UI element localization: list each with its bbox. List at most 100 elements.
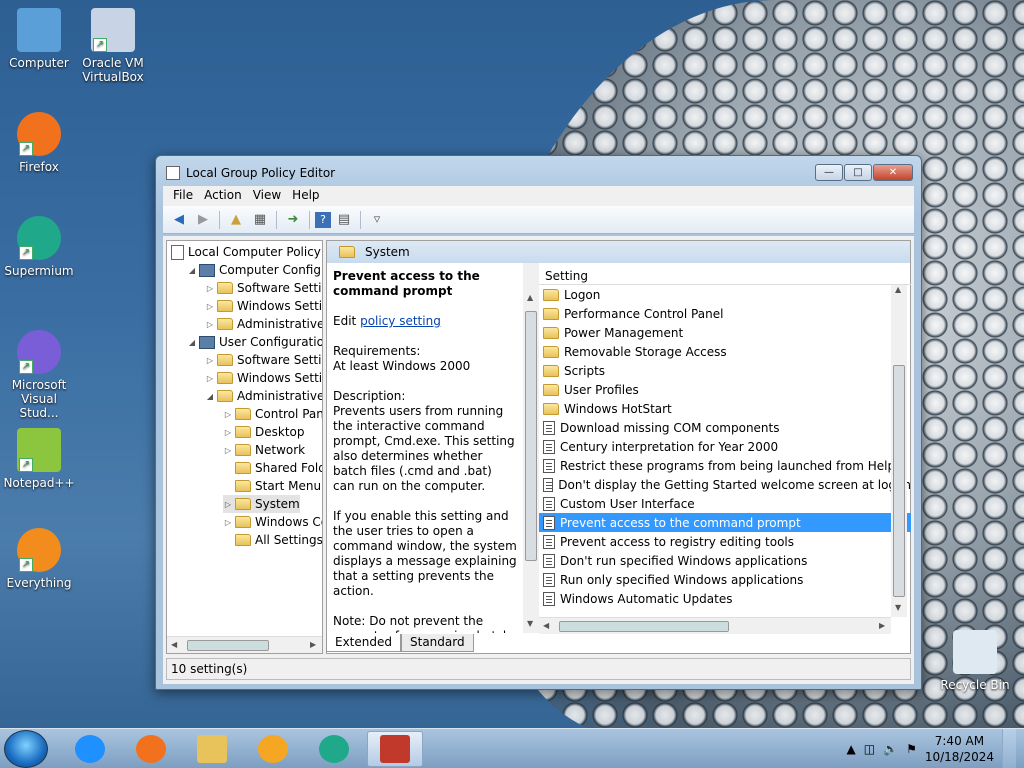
tree-item[interactable]: All Settings (223, 531, 322, 549)
desktop-icon-recycle-bin[interactable]: Recycle Bin (937, 630, 1013, 692)
expanded-arrow-icon[interactable]: ◢ (187, 338, 197, 347)
volume-icon[interactable]: 🔈 (883, 742, 898, 756)
settings-list[interactable]: Setting Logon Performance Control Panel Po… (539, 263, 911, 633)
expanded-arrow-icon[interactable]: ◢ (205, 392, 215, 401)
export-list-icon[interactable]: ➜ (282, 210, 304, 230)
desktop-icon-visual-studio[interactable]: ↗ Microsoft Visual Stud... (1, 330, 77, 420)
setting-row[interactable]: Windows HotStart (539, 399, 911, 418)
start-button[interactable] (4, 730, 48, 768)
desktop-icon-virtualbox[interactable]: ↗ Oracle VM VirtualBox (75, 8, 151, 84)
menu-file[interactable]: File (171, 186, 202, 206)
setting-row[interactable]: Run only specified Windows applications (539, 570, 911, 589)
tree-item[interactable]: Start Menu ar (223, 477, 322, 495)
forward-icon[interactable]: ▶ (192, 210, 214, 230)
tree-item[interactable]: Shared Folder (223, 459, 322, 477)
setting-row[interactable]: Performance Control Panel (539, 304, 911, 323)
taskbar-app-firefox[interactable] (123, 731, 179, 767)
tree-horizontal-scrollbar[interactable]: ◀ ▶ (167, 636, 322, 653)
collapsed-arrow-icon[interactable]: ▷ (223, 446, 233, 455)
desktop-icon-everything[interactable]: ↗ Everything (1, 528, 77, 590)
list-horizontal-scrollbar[interactable]: ◀ ▶ (539, 617, 891, 634)
minimize-button[interactable]: — (815, 164, 843, 181)
scroll-up-icon[interactable]: ▲ (527, 293, 533, 302)
taskbar-app-media-player[interactable] (245, 731, 301, 767)
tree-item[interactable]: ◢ Computer Configura (187, 261, 322, 279)
menu-help[interactable]: Help (290, 186, 328, 206)
back-icon[interactable]: ◀ (168, 210, 190, 230)
tree-scroll-thumb[interactable] (187, 640, 269, 651)
policy-setting-link[interactable]: policy setting (360, 314, 441, 328)
desktop-icon-notepadpp[interactable]: ↗ Notepad++ (1, 428, 77, 490)
description-scrollbar[interactable]: ▲ ▼ (523, 263, 539, 633)
setting-row[interactable]: Power Management (539, 323, 911, 342)
tab-standard[interactable]: Standard (401, 634, 474, 652)
show-hidden-icons-icon[interactable]: ▲ (847, 742, 856, 756)
tree-item[interactable]: ▷ Software Settings (205, 279, 322, 297)
setting-row[interactable]: Restrict these programs from being launc… (539, 456, 911, 475)
tree-item[interactable]: ▷ Windows Setting (205, 297, 322, 315)
setting-row[interactable]: Don't run specified Windows applications (539, 551, 911, 570)
taskbar-app-group-policy[interactable] (367, 731, 423, 767)
taskbar-app-internet-explorer[interactable] (62, 731, 118, 767)
tree-item[interactable]: ◢ User Configuration (187, 333, 322, 351)
tree-item[interactable]: ▷ Network (223, 441, 305, 459)
scroll-down-icon[interactable]: ▼ (527, 619, 533, 628)
collapsed-arrow-icon[interactable]: ▷ (205, 284, 215, 293)
collapsed-arrow-icon[interactable]: ▷ (205, 320, 215, 329)
setting-row[interactable]: Prevent access to registry editing tools (539, 532, 911, 551)
tree-item[interactable]: Local Computer Policy (169, 243, 321, 261)
collapsed-arrow-icon[interactable]: ▷ (205, 356, 215, 365)
menu-view[interactable]: View (251, 186, 290, 206)
scroll-right-icon[interactable]: ▶ (310, 640, 316, 649)
tree-item[interactable]: ◢ Administrative Te (205, 387, 322, 405)
setting-row[interactable]: Don't display the Getting Started welcom… (539, 475, 911, 494)
scroll-left-icon[interactable]: ◀ (543, 621, 549, 630)
filter-icon[interactable]: ▿ (366, 210, 388, 230)
properties-icon[interactable]: ▤ (333, 210, 355, 230)
show-desktop-button[interactable] (1002, 729, 1016, 768)
up-folder-icon[interactable]: ▲ (225, 210, 247, 230)
action-center-icon[interactable]: ⚑ (906, 742, 917, 756)
tree-item[interactable]: ▷ Software Settings (205, 351, 322, 369)
setting-row[interactable]: Century interpretation for Year 2000 (539, 437, 911, 456)
menu-action[interactable]: Action (202, 186, 251, 206)
tree-item[interactable]: ▷ Administrative Te (205, 315, 322, 333)
expanded-arrow-icon[interactable]: ◢ (187, 266, 197, 275)
setting-row[interactable]: Scripts (539, 361, 911, 380)
column-header-setting[interactable]: Setting (539, 263, 911, 285)
scroll-right-icon[interactable]: ▶ (879, 621, 885, 630)
scroll-down-icon[interactable]: ▼ (895, 603, 901, 612)
desktop-icon-computer[interactable]: Computer (1, 8, 77, 70)
desktop-icon-supermium[interactable]: ↗ Supermium (1, 216, 77, 278)
taskbar-app-file-explorer[interactable] (184, 731, 240, 767)
tree-item[interactable]: ▷ Control Panel (223, 405, 322, 423)
show-hide-tree-icon[interactable]: ▦ (249, 210, 271, 230)
desktop-icon-firefox[interactable]: ↗ Firefox (1, 112, 77, 174)
tree-item[interactable]: ▷ Desktop (223, 423, 305, 441)
collapsed-arrow-icon[interactable]: ▷ (223, 428, 233, 437)
description-scroll-thumb[interactable] (525, 311, 537, 561)
taskbar-app-supermium[interactable] (306, 731, 362, 767)
scroll-up-icon[interactable]: ▲ (895, 285, 901, 294)
tree-item[interactable]: ▷ Windows Setting (205, 369, 322, 387)
tree-view[interactable]: Local Computer Policy ◢ Computer Configura… (166, 240, 323, 654)
setting-row[interactable]: User Profiles (539, 380, 911, 399)
collapsed-arrow-icon[interactable]: ▷ (223, 500, 233, 509)
list-scroll-thumb[interactable] (893, 365, 905, 597)
setting-row[interactable]: Removable Storage Access (539, 342, 911, 361)
tab-extended[interactable]: Extended (326, 634, 401, 652)
setting-row[interactable]: Logon (539, 285, 911, 304)
tree-item[interactable]: ▷ Windows Cor (223, 513, 322, 531)
collapsed-arrow-icon[interactable]: ▷ (223, 410, 233, 419)
title-bar[interactable]: Local Group Policy Editor — □ ✕ (156, 156, 921, 186)
collapsed-arrow-icon[interactable]: ▷ (223, 518, 233, 527)
setting-row[interactable]: Custom User Interface (539, 494, 911, 513)
setting-row[interactable]: Prevent access to the command prompt (539, 513, 911, 532)
clock[interactable]: 7:40 AM 10/18/2024 (925, 733, 994, 765)
collapsed-arrow-icon[interactable]: ▷ (205, 374, 215, 383)
tree-item[interactable]: ▷ System (223, 495, 300, 513)
maximize-button[interactable]: □ (844, 164, 872, 181)
close-button[interactable]: ✕ (873, 164, 913, 181)
group-policy-window[interactable]: Local Group Policy Editor — □ ✕ File Act… (155, 155, 922, 690)
scroll-left-icon[interactable]: ◀ (171, 640, 177, 649)
